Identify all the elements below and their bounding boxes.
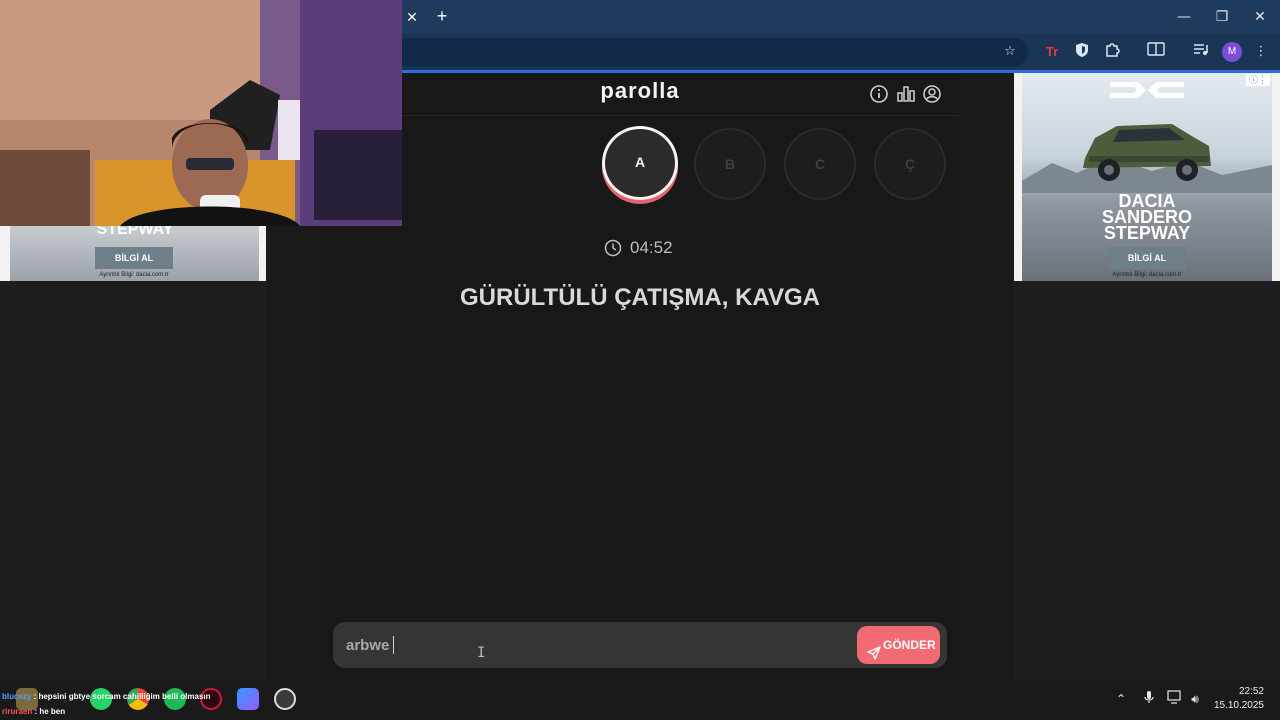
answer-input[interactable]: [346, 633, 766, 657]
clue-text: GÜRÜLTÜLÜ ÇATIŞMA, KAVGA: [460, 284, 820, 311]
ad-right-footnote: Ayrıntılı Bilgi: dacia.com.tr: [1112, 272, 1182, 278]
profile-icon[interactable]: M: [1222, 42, 1242, 62]
right-gutter: [958, 73, 1014, 680]
tray-chevron-up-icon[interactable]: ⌃: [1112, 690, 1130, 708]
desktop: ✕ + — ❐ ✕ ☆ Tr M ⋮ parolla A B C Ç 04:52…: [0, 0, 1280, 720]
new-tab-button[interactable]: +: [432, 6, 452, 26]
microphone-icon[interactable]: [1140, 690, 1158, 708]
ad-choices-icon[interactable]: ⓘ⋮: [1246, 74, 1270, 86]
ad-right-button[interactable]: BİLGİ AL: [1108, 247, 1186, 269]
send-icon: [867, 637, 881, 675]
star-icon[interactable]: ☆: [1000, 42, 1020, 62]
dev-app-icon[interactable]: [237, 688, 259, 710]
chat-text-2: : he ben: [34, 707, 66, 716]
network-icon[interactable]: [1166, 690, 1184, 708]
send-button[interactable]: GÖNDER: [857, 626, 940, 664]
taskbar-date[interactable]: 15.10.2025: [1204, 700, 1264, 714]
minimize-button[interactable]: —: [1169, 4, 1199, 30]
chat-user-1: blucezy: [2, 692, 32, 701]
page-title[interactable]: parolla: [540, 78, 740, 108]
puzzle-icon[interactable]: [1102, 42, 1122, 62]
volume-icon[interactable]: 🔊︎: [1186, 690, 1204, 708]
chat-text-1: : hepsini gbtye sorcam cahilliğim belli …: [33, 692, 211, 701]
webcam-overlay: [0, 0, 402, 226]
mouse-ibeam-cursor-icon: I: [477, 645, 486, 661]
text-caret: [393, 636, 394, 654]
send-label: GÖNDER: [883, 638, 936, 652]
account-icon[interactable]: [922, 84, 942, 104]
ad-brand-line-3: STEPWAY: [1103, 223, 1191, 243]
reading-list-icon[interactable]: [1146, 42, 1166, 62]
header-divider: [322, 115, 958, 116]
chat-message-2: riruraen : he ben: [2, 706, 65, 718]
obs-icon[interactable]: [274, 688, 296, 710]
car-image: [1083, 124, 1211, 181]
ad-left-button[interactable]: BİLGİ AL: [95, 247, 173, 269]
letter-circle-c[interactable]: C: [784, 128, 856, 200]
dacia-logo-icon: [1110, 82, 1184, 98]
ad-left-footnote: Ayrıntılı Bilgi: dacia.com.tr: [99, 272, 169, 278]
letter-circle-a[interactable]: A: [602, 126, 678, 200]
shield-icon[interactable]: [1072, 42, 1092, 62]
close-window-button[interactable]: ✕: [1245, 4, 1275, 30]
timer-value: 04:52: [630, 238, 673, 257]
taskbar-time[interactable]: 22:52: [1214, 686, 1264, 700]
media-control-icon[interactable]: [1191, 42, 1211, 62]
chat-user-2: riruraen: [2, 707, 33, 716]
stats-icon[interactable]: [896, 84, 916, 104]
ad-right-brand: DACIA SANDERO STEPWAY: [1077, 192, 1217, 243]
info-icon[interactable]: [869, 84, 889, 104]
webcam-image: [0, 0, 402, 226]
letter-circle-cedilla[interactable]: Ç: [874, 128, 946, 200]
chat-message-1: blucezy : hepsini gbtye sorcam cahilliği…: [2, 691, 211, 703]
menu-icon[interactable]: ⋮: [1251, 42, 1271, 62]
maximize-button[interactable]: ❐: [1207, 4, 1237, 30]
letter-circle-b[interactable]: B: [694, 128, 766, 200]
close-tab-icon[interactable]: ✕: [402, 7, 422, 27]
clock-icon: [604, 239, 622, 264]
timer: 04:52: [600, 236, 690, 260]
address-bar[interactable]: [402, 38, 1028, 66]
extension-red-icon[interactable]: Tr: [1042, 42, 1062, 62]
